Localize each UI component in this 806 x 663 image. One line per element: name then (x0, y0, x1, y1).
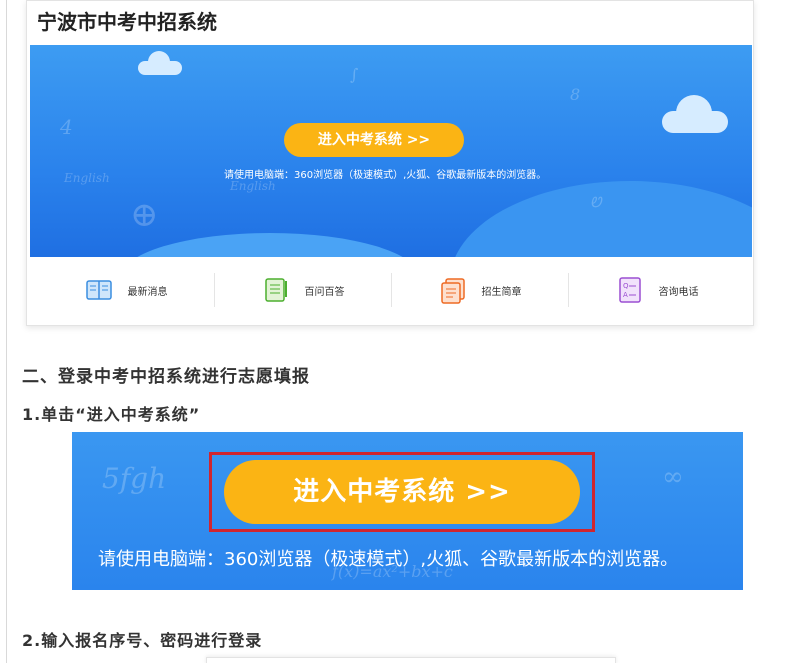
svg-text:A: A (623, 291, 628, 299)
notepad-icon (264, 278, 287, 302)
cloud-icon (662, 95, 728, 133)
math-doodle: English (64, 171, 110, 185)
book-icon (85, 280, 112, 300)
portal-screenshot: 宁波市中考中招系统 4 English English ⊕ ∫ 8 Ꮼ 进入中考… (26, 0, 754, 326)
browser-tip: 请使用电脑端：360浏览器（极速模式）,火狐、谷歌最新版本的浏览器。 (98, 549, 679, 570)
divider (6, 0, 7, 663)
login-screenshot-partial (206, 657, 616, 663)
nav-label: 百问百答 (304, 286, 345, 298)
math-doodle: 4 (60, 115, 73, 139)
portal-nav: 最新消息 百问百答 招生简章 Q A 咨询电话 (37, 263, 745, 317)
math-doodle: ∫ (350, 65, 359, 84)
step-1-text: 1.单击“进入中考系统” (22, 405, 201, 424)
math-doodle: 8 (570, 85, 581, 104)
step-2-text: 2.输入报名序号、密码进行登录 (22, 631, 263, 650)
site-title: 宁波市中考中招系统 (37, 10, 217, 34)
highlight-box (209, 452, 595, 532)
enter-exam-system-button[interactable]: 进入中考系统 >> (284, 123, 464, 157)
browser-tip: 请使用电脑端：360浏览器（极速模式）,火狐、谷歌最新版本的浏览器。 (224, 170, 547, 181)
math-doodle: English (230, 179, 276, 193)
math-doodle: Ꮼ (590, 195, 602, 211)
section-heading: 二、登录中考中招系统进行志愿填报 (22, 367, 310, 387)
math-doodle: ⊕ (130, 195, 159, 235)
portal-banner: 4 English English ⊕ ∫ 8 Ꮼ 进入中考系统 >> 请使用电… (30, 45, 752, 257)
nav-item-hotline[interactable]: Q A 咨询电话 (568, 263, 745, 317)
nav-item-brochure[interactable]: 招生简章 (391, 263, 568, 317)
nav-item-news[interactable]: 最新消息 (37, 263, 214, 317)
cloud-icon (138, 51, 182, 75)
nav-label: 咨询电话 (658, 286, 699, 298)
page: 宁波市中考中招系统 4 English English ⊕ ∫ 8 Ꮼ 进入中考… (0, 0, 806, 663)
math-doodle: ∞ (662, 462, 684, 492)
zoomed-banner-screenshot: 5fgh f(x)=ax²+bx+c ∞ 进入中考系统 >> 请使用电脑端：36… (72, 432, 743, 590)
math-doodle: 5fgh (102, 462, 167, 495)
qa-icon: Q A (618, 277, 641, 303)
portal-header: 宁波市中考中招系统 (27, 1, 753, 45)
nav-label: 招生简章 (481, 286, 522, 298)
banner-hill (120, 233, 420, 257)
svg-text:Q: Q (623, 282, 629, 290)
nav-label: 最新消息 (127, 286, 168, 298)
nav-item-faq[interactable]: 百问百答 (214, 263, 391, 317)
banner-hill (450, 181, 752, 257)
brochure-icon (440, 278, 465, 304)
